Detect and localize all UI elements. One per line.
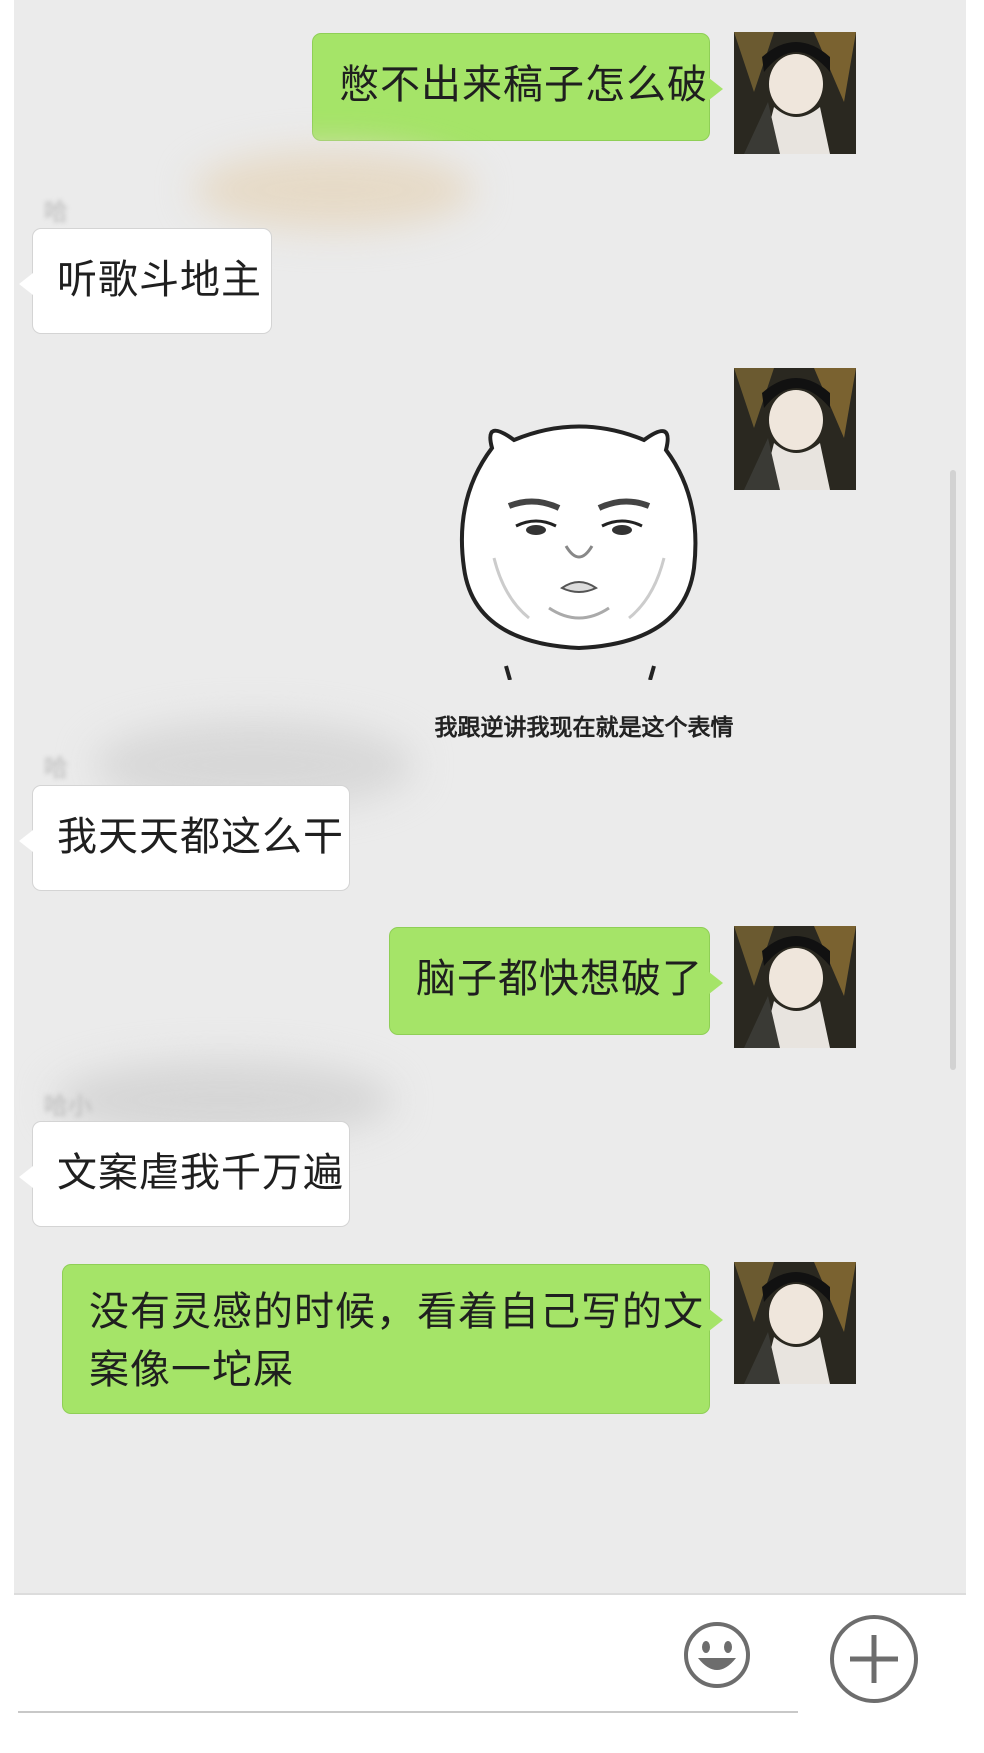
message-input[interactable] — [18, 1711, 798, 1713]
message-bubble[interactable]: 脑子都快想破了 — [389, 927, 723, 1035]
avatar-image — [734, 926, 856, 1048]
message-bubble[interactable]: 听歌斗地主 — [19, 228, 272, 334]
avatar[interactable] — [734, 32, 856, 154]
message-line: 没有灵感的时候，看着自己写的文 — [89, 1289, 704, 1335]
sender-name: 哈 — [44, 198, 68, 226]
avatar-image — [734, 32, 856, 154]
message-bubble[interactable]: 憋不出来稿子怎么破 — [312, 33, 723, 141]
smiley-icon[interactable] — [682, 1620, 752, 1690]
avatar-image — [734, 368, 856, 490]
avatar[interactable] — [734, 926, 856, 1048]
chubby-face-sticker[interactable] — [454, 418, 704, 680]
input-bar — [0, 1593, 984, 1753]
avatar-image — [734, 1262, 856, 1384]
message-bubble[interactable]: 文案虐我千万遍 — [19, 1121, 350, 1227]
sticker-caption: 我跟逆讲我现在就是这个表情 — [434, 715, 734, 741]
avatar[interactable] — [734, 1262, 856, 1384]
sender-name: 哈 — [44, 754, 68, 782]
message-bubble[interactable]: 我天天都这么干 — [19, 785, 350, 891]
message-bubble[interactable]: 没有灵感的时候，看着自己写的文 案像一坨屎 — [62, 1264, 723, 1414]
divider — [14, 1593, 966, 1595]
avatar[interactable] — [734, 368, 856, 490]
chat-area[interactable]: 憋不出来稿子怎么破 哈 听歌斗地主 我跟逆讲我现在就是这个表情 哈 我天天都这么… — [14, 0, 966, 1593]
sender-name: 哈小 — [44, 1092, 92, 1120]
plus-circle-icon[interactable] — [828, 1613, 920, 1705]
scrollbar[interactable] — [950, 470, 956, 1070]
message-line: 案像一坨屎 — [89, 1347, 294, 1393]
